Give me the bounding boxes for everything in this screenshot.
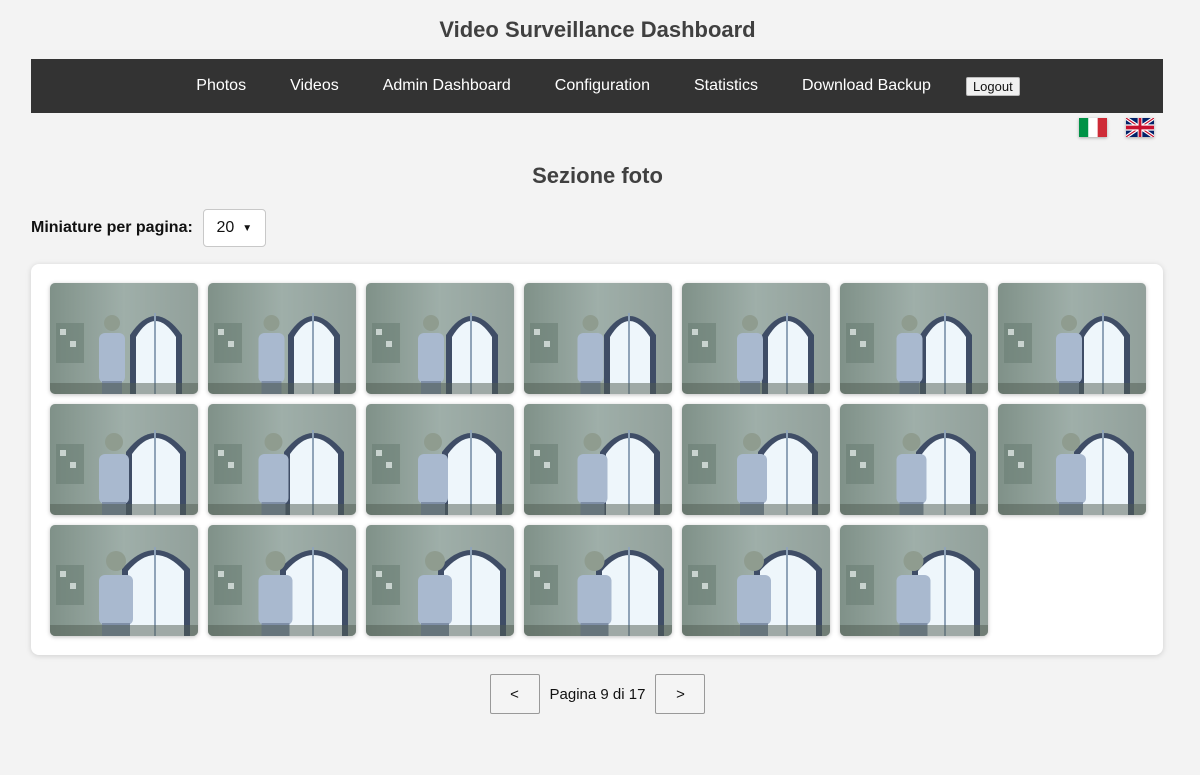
surveillance-photo-image [208,404,356,515]
surveillance-photo-image [208,525,356,636]
photo-thumbnail[interactable] [50,404,198,515]
per-page-label: Miniature per pagina: [31,219,193,236]
surveillance-photo-image [50,283,198,394]
app-title: Video Surveillance Dashboard [439,17,756,42]
photo-thumbnail[interactable] [840,404,988,515]
photo-thumbnail[interactable] [524,283,672,394]
nav-videos[interactable]: Videos [268,77,361,95]
nav-configuration[interactable]: Configuration [533,77,672,95]
surveillance-photo-image [682,283,830,394]
surveillance-photo-image [998,404,1146,515]
logout-button[interactable]: Logout [965,76,1020,96]
surveillance-photo-image [840,283,988,394]
photo-thumbnail[interactable] [50,283,198,394]
photo-thumbnail[interactable] [998,283,1146,394]
surveillance-photo-image [840,404,988,515]
next-page-button[interactable]: > [655,674,706,714]
photo-thumbnail[interactable] [682,404,830,515]
photo-thumbnail[interactable] [366,404,514,515]
photo-thumbnail[interactable] [50,525,198,636]
surveillance-photo-image [366,404,514,515]
photo-thumbnail[interactable] [524,525,672,636]
photo-thumbnail[interactable] [366,525,514,636]
italian-flag-icon[interactable] [1079,118,1107,137]
per-page-value: 20 [216,219,235,236]
photo-thumbnail[interactable] [366,283,514,394]
surveillance-photo-image [524,404,672,515]
photo-gallery [31,264,1163,655]
surveillance-photo-image [840,525,988,636]
nav-admin-dashboard[interactable]: Admin Dashboard [361,77,533,95]
page-info: Pagina 9 di 17 [549,685,646,703]
surveillance-photo-image [366,525,514,636]
surveillance-photo-image [524,525,672,636]
surveillance-photo-image [208,283,356,394]
thumbnail-grid [50,283,1146,636]
section-title: Sezione foto [532,163,663,188]
photo-thumbnail[interactable] [208,404,356,515]
surveillance-photo-image [50,525,198,636]
prev-page-button[interactable]: < [489,674,540,714]
surveillance-photo-image [682,404,830,515]
surveillance-photo-image [682,525,830,636]
per-page-select[interactable]: 20 ▼ [202,209,266,247]
chevron-down-icon: ▼ [242,222,253,234]
photo-thumbnail[interactable] [840,283,988,394]
main-navbar: Photos Videos Admin Dashboard Configurat… [31,59,1163,113]
photo-thumbnail[interactable] [208,525,356,636]
surveillance-photo-image [50,404,198,515]
per-page-control: Miniature per pagina: 20 ▼ [31,209,266,247]
surveillance-photo-image [366,283,514,394]
pagination: < Pagina 9 di 17 > [0,674,1195,714]
uk-flag-icon[interactable] [1126,118,1154,137]
language-switcher [1079,118,1154,137]
photo-thumbnail[interactable] [208,283,356,394]
nav-photos[interactable]: Photos [174,77,268,95]
photo-thumbnail[interactable] [524,404,672,515]
photo-thumbnail[interactable] [998,404,1146,515]
nav-statistics[interactable]: Statistics [672,77,780,95]
nav-download-backup[interactable]: Download Backup [780,77,953,95]
photo-thumbnail[interactable] [682,283,830,394]
surveillance-photo-image [998,283,1146,394]
surveillance-photo-image [524,283,672,394]
photo-thumbnail[interactable] [840,525,988,636]
photo-thumbnail[interactable] [682,525,830,636]
